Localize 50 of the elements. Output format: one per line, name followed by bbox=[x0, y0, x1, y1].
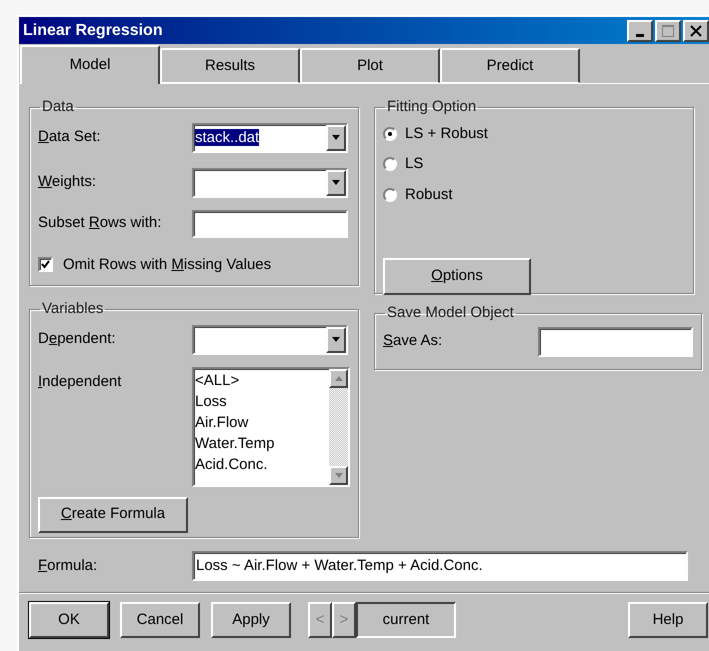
maximize-button[interactable] bbox=[655, 20, 681, 42]
radio-button[interactable] bbox=[383, 157, 397, 172]
tab[interactable]: Model bbox=[20, 45, 160, 84]
radio-label: Robust bbox=[405, 184, 453, 204]
list-item[interactable]: <ALL> bbox=[195, 370, 329, 390]
tab[interactable]: Predict bbox=[440, 48, 580, 83]
dependent-dropdown[interactable] bbox=[192, 324, 348, 354]
checkbox[interactable] bbox=[38, 257, 53, 272]
field-label: Formula: bbox=[38, 556, 98, 576]
weights-dropdown[interactable] bbox=[192, 168, 348, 198]
close-icon bbox=[690, 24, 702, 36]
close-button[interactable] bbox=[683, 20, 709, 42]
list-item[interactable]: Water.Temp bbox=[195, 432, 329, 454]
dataset-dropdown[interactable]: stack..dat bbox=[192, 122, 348, 152]
group-title: Fitting Option bbox=[386, 97, 478, 117]
options-button[interactable]: Options bbox=[383, 258, 531, 295]
list-item[interactable]: Air.Flow bbox=[195, 412, 329, 432]
save-as-field[interactable] bbox=[538, 326, 693, 356]
group-title: Save Model Object bbox=[386, 303, 515, 323]
dialog-button[interactable]: Apply bbox=[211, 602, 291, 638]
scroll-up-icon[interactable] bbox=[329, 368, 348, 388]
dialog-button[interactable]: Cancel bbox=[120, 602, 200, 638]
dialog-button[interactable]: OK bbox=[29, 602, 109, 638]
list-item[interactable]: Acid.Conc. bbox=[195, 454, 329, 474]
radio-button[interactable] bbox=[383, 126, 397, 141]
create-formula-button[interactable]: Create Formula bbox=[38, 496, 188, 532]
tab[interactable]: Results bbox=[160, 48, 300, 83]
minimize-button[interactable] bbox=[627, 20, 653, 42]
scroll-down-icon[interactable] bbox=[329, 466, 348, 484]
help-button[interactable]: Help bbox=[628, 602, 708, 638]
variable-listbox[interactable]: <ALL> Loss Air.Flow Water.Temp Acid.Conc. bbox=[192, 366, 350, 486]
field-label: Omit Rows with Missing Values bbox=[63, 254, 272, 274]
subset-rows-field[interactable] bbox=[192, 210, 348, 238]
field-label: Weights: bbox=[38, 172, 98, 192]
radio-label: LS + Robust bbox=[405, 124, 488, 144]
scrollbar[interactable] bbox=[329, 368, 348, 484]
group-title: Data bbox=[41, 97, 75, 117]
field-label: Dependent: bbox=[38, 329, 117, 350]
list-item[interactable]: Loss bbox=[195, 390, 329, 412]
tab[interactable]: Plot bbox=[300, 48, 440, 83]
field-label: Save As: bbox=[383, 331, 444, 352]
window-title: Linear Regression bbox=[22, 20, 163, 40]
field-label: Data Set: bbox=[38, 127, 102, 148]
radio-button[interactable] bbox=[383, 188, 397, 202]
field-label: Independent bbox=[38, 372, 122, 392]
formula-field[interactable]: Loss ~ Air.Flow + Water.Temp + Acid.Conc. bbox=[192, 551, 688, 581]
group-title: Variables bbox=[41, 299, 104, 319]
radio-label: LS bbox=[405, 154, 424, 174]
field-label: Subset Rows with: bbox=[38, 213, 162, 234]
current-field: current bbox=[356, 602, 456, 638]
